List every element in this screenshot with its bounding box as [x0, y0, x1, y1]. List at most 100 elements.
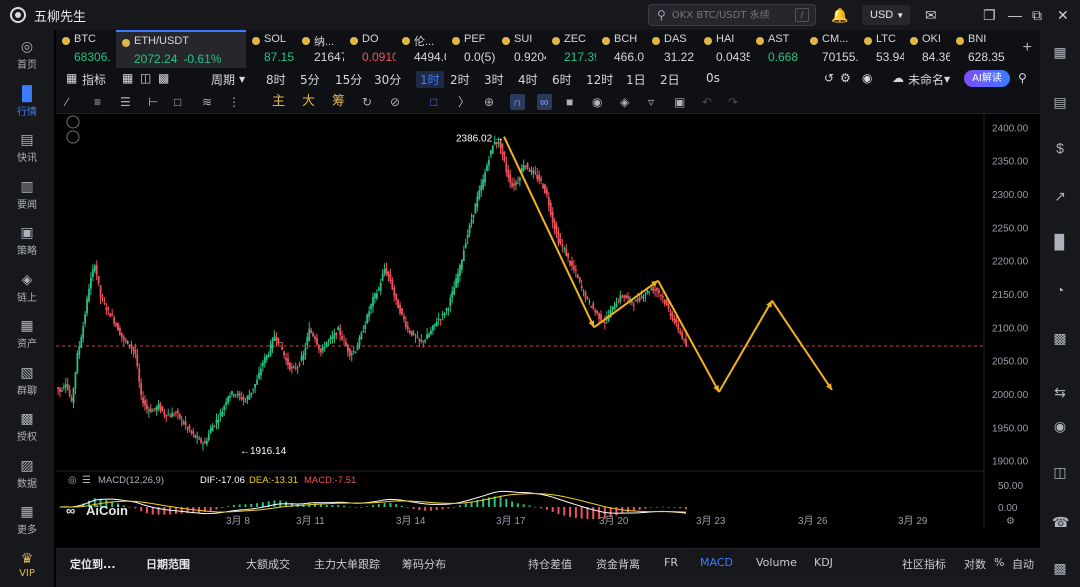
bottom-item-13[interactable]: %: [994, 556, 1004, 569]
timeframe-1[interactable]: 5分: [300, 71, 320, 88]
candlestick-icon[interactable]: ▉: [1052, 234, 1068, 250]
replay-icon[interactable]: ↺: [824, 71, 834, 85]
bottom-item-3[interactable]: 主力大单跟踪: [314, 556, 380, 572]
rectangle-icon[interactable]: □: [174, 94, 181, 110]
ticker-4[interactable]: DO 0.0910: [344, 30, 396, 68]
sidebar-item-0[interactable]: ◎ 首页: [0, 38, 54, 71]
timeframe-4[interactable]: 1时: [416, 71, 444, 88]
redo-icon[interactable]: ↷: [728, 94, 738, 110]
ticker-15[interactable]: OKI 84.36: [904, 30, 950, 68]
bottom-item-9[interactable]: Volume: [756, 556, 797, 569]
ticker-6[interactable]: PEF 0.0(5)3: [446, 30, 496, 68]
bottom-item-11[interactable]: 社区指标: [902, 556, 946, 572]
timeframe-2[interactable]: 15分: [335, 71, 362, 88]
sidebar-item-8[interactable]: ▩ 授权: [0, 410, 54, 443]
ticker-10[interactable]: DAS 31.22: [646, 30, 698, 68]
trend-chart-icon[interactable]: ↗: [1052, 188, 1068, 204]
ticker-2[interactable]: SOL 87.15: [246, 30, 296, 68]
close-icon[interactable]: ✕: [1057, 6, 1069, 24]
timeframe-7[interactable]: 4时: [518, 71, 538, 88]
crosshair-magnet-icon[interactable]: □: [430, 94, 437, 110]
timeframe-10[interactable]: 1日: [626, 71, 646, 88]
document-icon[interactable]: ▤: [1052, 94, 1068, 110]
chart-type-icon[interactable]: ▩: [158, 71, 169, 85]
bottom-item-8[interactable]: MACD: [700, 556, 733, 569]
ticker-12[interactable]: AST 0.668: [750, 30, 804, 68]
bottom-item-5[interactable]: 持仓差值: [528, 556, 572, 572]
sidebar-item-6[interactable]: ▦ 资产: [0, 317, 54, 350]
bell-icon[interactable]: 🔔: [831, 6, 848, 24]
ai-interpret-button[interactable]: AI解读: [964, 70, 1010, 87]
ticker-8[interactable]: ZEC 217.39: [546, 30, 596, 68]
dollar-file-icon[interactable]: $: [1052, 140, 1068, 156]
link-icon[interactable]: ∞: [537, 94, 552, 110]
bottom-item-12[interactable]: 对数: [964, 556, 986, 572]
minimize-icon[interactable]: —: [1008, 6, 1022, 24]
share-icon[interactable]: ⚲: [1018, 71, 1027, 85]
layout-icon[interactable]: ◫: [140, 71, 151, 85]
template-icon[interactable]: ▦: [122, 71, 133, 85]
price-chart[interactable]: 2400.00 2350.00 2300.00 2250.00 2200.00 2150.…: [56, 114, 1040, 528]
drawn-arrow-segment[interactable]: [593, 279, 659, 329]
restore-icon[interactable]: ⧉: [1032, 6, 1042, 24]
main-force-tool[interactable]: 主: [272, 94, 285, 110]
undo-icon[interactable]: ↶: [702, 94, 712, 110]
sidebar-item-3[interactable]: ▥ 要闻: [0, 178, 54, 211]
lock-icon[interactable]: ■: [566, 94, 573, 110]
chip-tool[interactable]: 筹: [332, 94, 345, 110]
sidebar-item-5[interactable]: ◈ 链上: [0, 271, 54, 304]
sidebar-item-1[interactable]: █ 行情: [0, 85, 54, 118]
layout-panel-icon[interactable]: ◫: [1052, 464, 1068, 480]
ticker-5[interactable]: 伦... 4494.0: [396, 30, 446, 68]
pie-chart-icon[interactable]: ◔: [1052, 282, 1068, 298]
large-order-tool[interactable]: 大: [302, 94, 315, 110]
filter-icon[interactable]: ▿: [648, 94, 654, 110]
grid-layout-icon[interactable]: ▦: [1052, 44, 1068, 60]
ticker-0[interactable]: BTC 68306.: [56, 30, 116, 68]
ticker-1[interactable]: ETH/USDT 2072.24 -0.61%: [116, 30, 246, 68]
drawn-arrow-segment[interactable]: [771, 300, 833, 391]
bottom-item-7[interactable]: FR: [664, 556, 678, 569]
timeframe-0[interactable]: 8时: [266, 71, 286, 88]
sync-icon[interactable]: ↻: [362, 94, 372, 110]
sidebar-item-4[interactable]: ▣ 策略: [0, 224, 54, 257]
eraser-icon[interactable]: ⊘: [390, 94, 400, 110]
magnet-icon[interactable]: ∩: [510, 94, 525, 110]
more-tools-icon[interactable]: ⋮: [228, 94, 240, 110]
sidebar-item-11[interactable]: ♛ VIP: [0, 550, 54, 579]
currency-select[interactable]: USD ▼: [862, 5, 910, 25]
timeframe-8[interactable]: 6时: [552, 71, 572, 88]
sidebar-item-10[interactable]: ▦ 更多: [0, 503, 54, 536]
drawn-arrow-segment[interactable]: [503, 136, 595, 328]
camera-icon[interactable]: ◉: [862, 71, 872, 85]
timeframe-6[interactable]: 3时: [484, 71, 504, 88]
bottom-item-2[interactable]: 大额成交: [246, 556, 290, 572]
assistant-icon[interactable]: ◉: [1052, 418, 1068, 434]
sidebar-item-7[interactable]: ▧ 群聊: [0, 364, 54, 397]
add-ticker-icon[interactable]: +: [1023, 39, 1032, 57]
macd-settings-icon[interactable]: ☰: [82, 475, 91, 486]
period-button[interactable]: 周期: [211, 71, 235, 88]
settings-icon[interactable]: ⚙: [840, 71, 851, 85]
ticker-13[interactable]: CM... 70155.: [804, 30, 858, 68]
drawn-arrow-segment[interactable]: [657, 280, 720, 393]
trend-line-icon[interactable]: ∕: [66, 94, 68, 110]
indicator-icon[interactable]: ▦: [66, 71, 77, 85]
bottom-item-4[interactable]: 筹码分布: [402, 556, 446, 572]
ticker-14[interactable]: LTC 53.94: [858, 30, 904, 68]
ticker-16[interactable]: BNI 628.35: [950, 30, 1006, 68]
mail-icon[interactable]: ✉: [925, 6, 937, 24]
trash-icon[interactable]: ▣: [674, 94, 685, 110]
zoom-in-icon[interactable]: ⊕: [484, 94, 494, 110]
bottom-item-14[interactable]: 自动: [1012, 556, 1034, 572]
timeframe-12[interactable]: 0s: [706, 71, 720, 85]
bottom-item-6[interactable]: 资金背离: [596, 556, 640, 572]
bottom-item-0[interactable]: 定位到...: [70, 556, 116, 572]
headset-icon[interactable]: ☎: [1052, 514, 1069, 530]
ticker-9[interactable]: BCH 466.0: [596, 30, 646, 68]
macd-toggle-icon[interactable]: ◎: [68, 475, 77, 486]
bottom-item-1[interactable]: 日期范围: [146, 556, 190, 572]
cloud-icon[interactable]: ☁: [892, 71, 904, 85]
horizontal-lines-icon[interactable]: ≡: [94, 94, 101, 110]
search-input[interactable]: [671, 9, 782, 21]
